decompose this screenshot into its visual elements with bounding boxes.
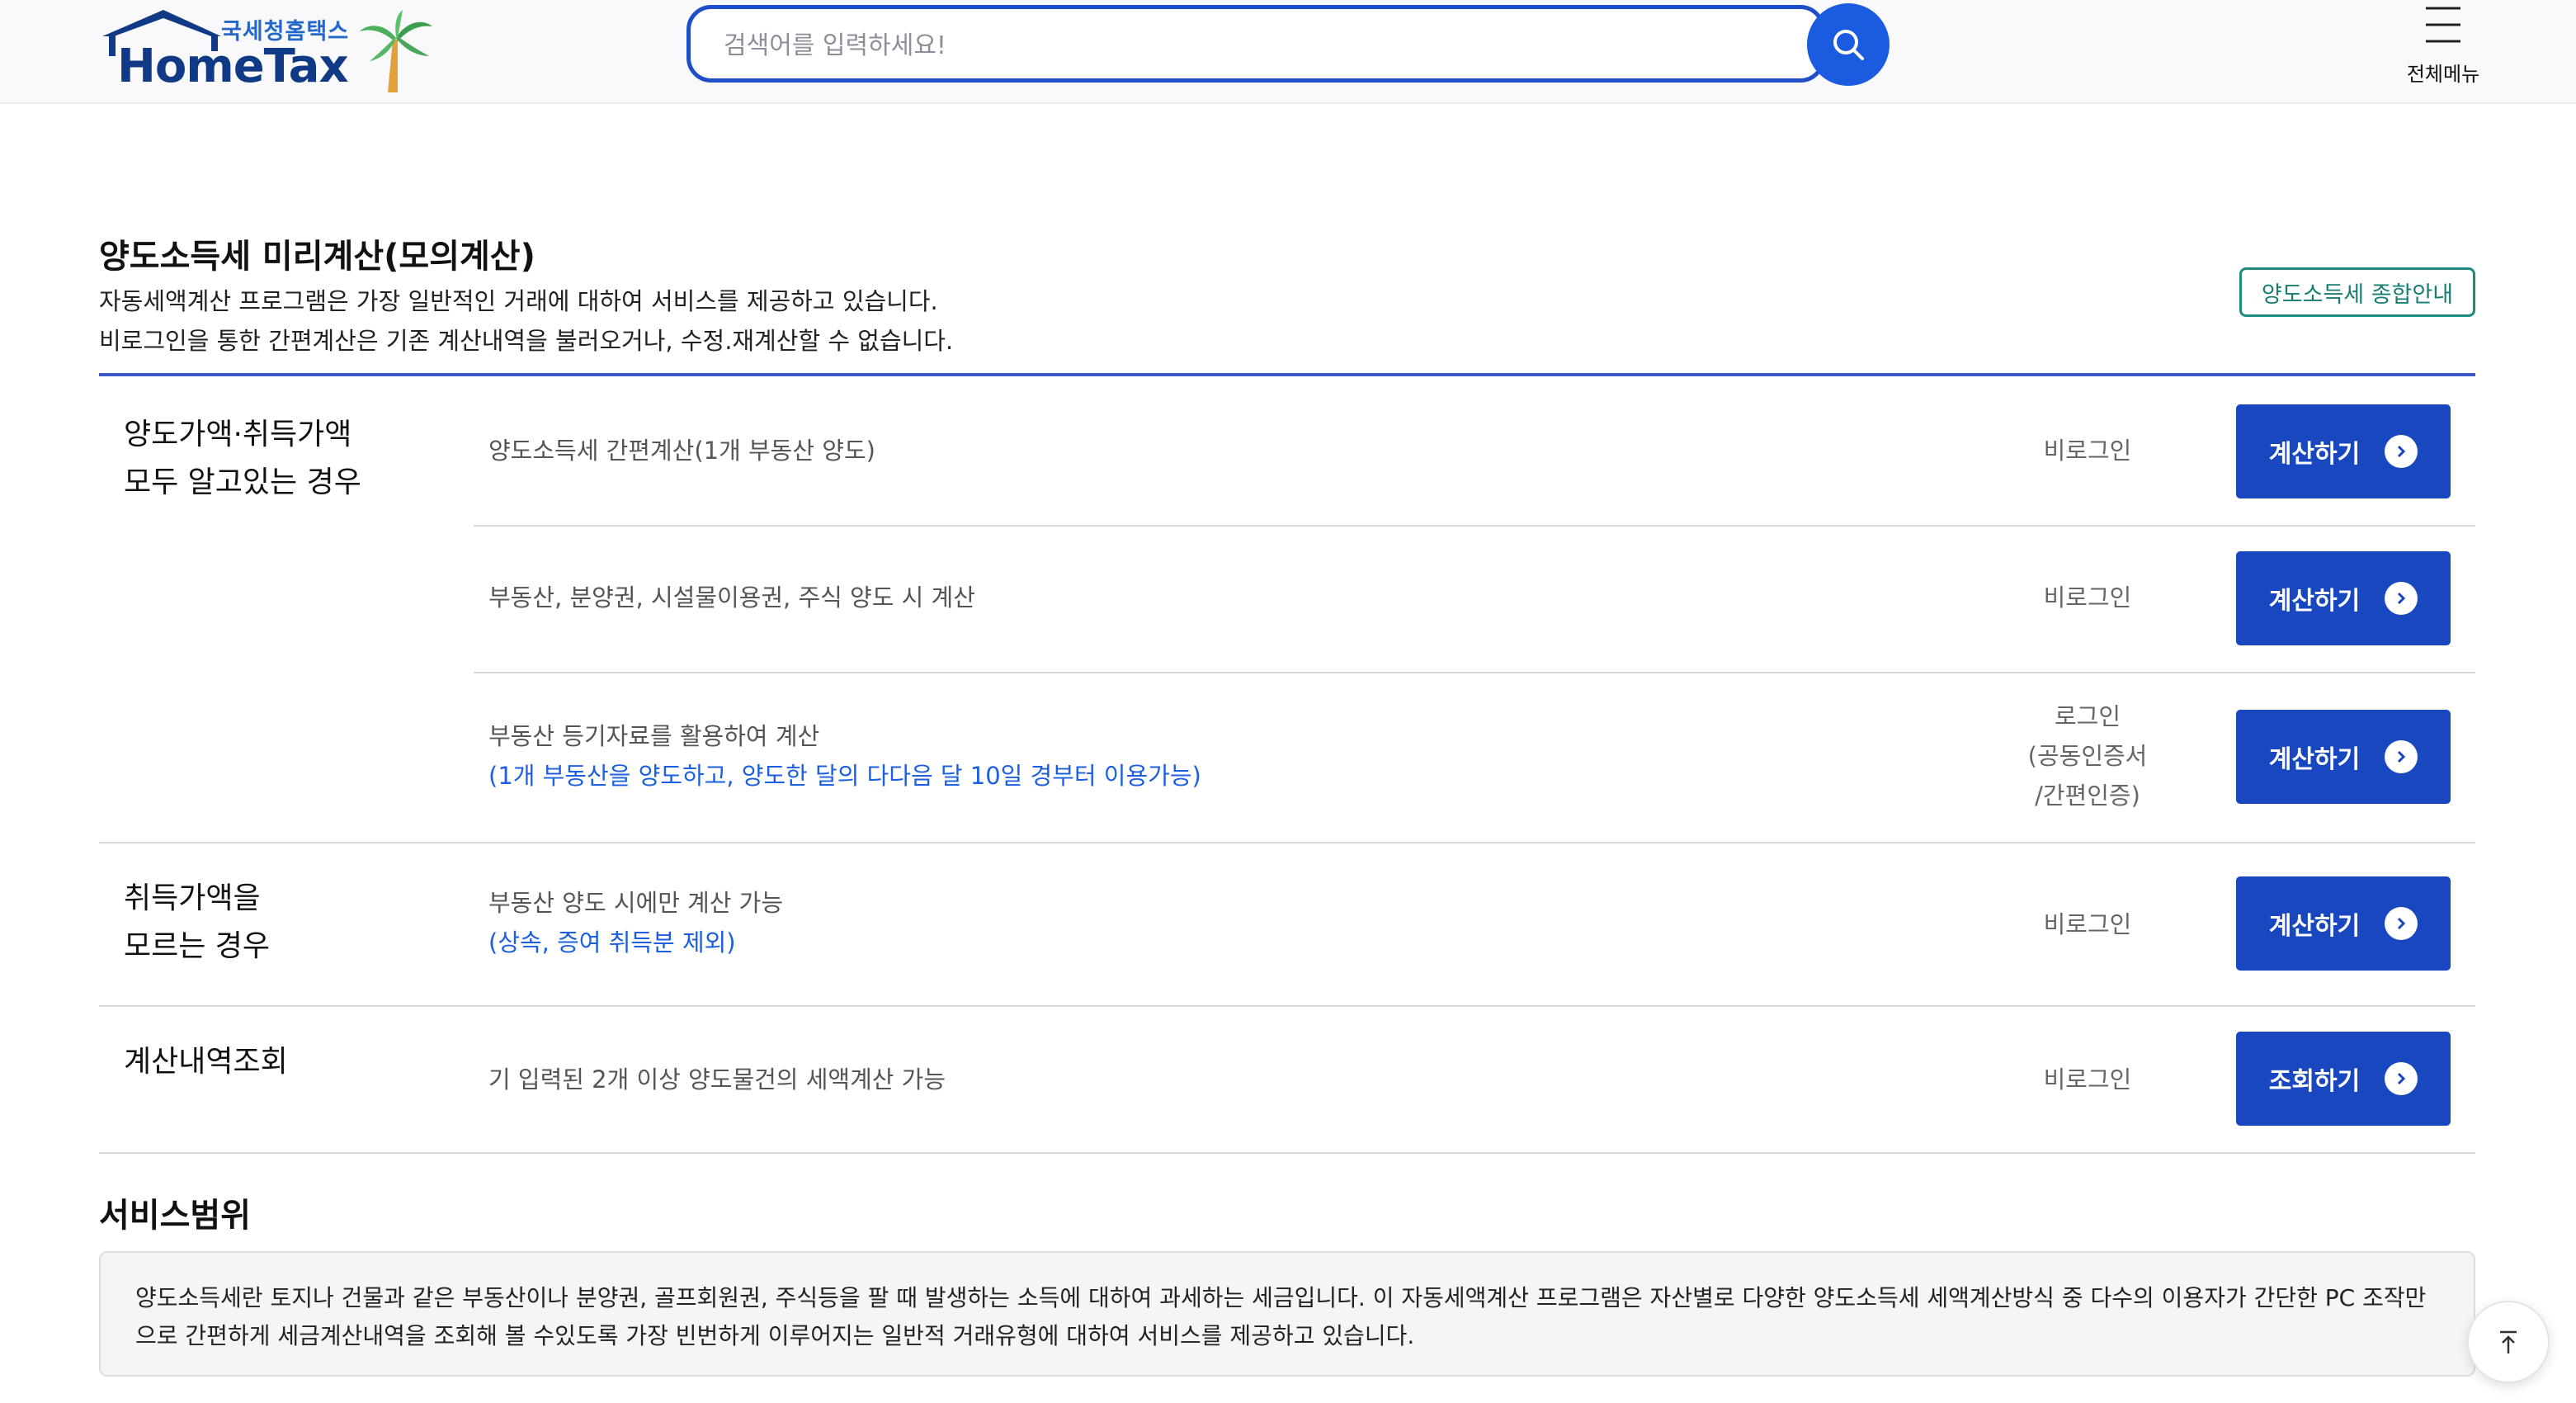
row-description: 기 입력된 2개 이상 양도물건의 세액계산 가능	[488, 1065, 946, 1094]
arrow-up-icon	[2500, 1330, 2517, 1353]
hometax-logo[interactable]: 국세청홈택스 HomeTax	[97, 7, 444, 93]
login-status: 비로그인	[2043, 583, 2132, 612]
login-status: 비로그인	[2043, 910, 2132, 938]
site-header: 국세청홈택스 HomeTax 전체메뉴	[0, 0, 2576, 104]
lookup-button-label: 조회하기	[2268, 1067, 2361, 1096]
calculate-button[interactable]: 계산하기	[2236, 551, 2451, 645]
row-description: 양도소득세 간편계산(1개 부동산 양도)	[488, 437, 875, 465]
section-divider	[99, 842, 2475, 843]
page-title: 양도소득세 미리계산(모의계산)	[99, 238, 535, 276]
section-divider	[99, 1152, 2475, 1154]
chevron-right-icon	[2385, 1062, 2418, 1095]
capital-gains-guide-button[interactable]: 양도소득세 종합안내	[2239, 267, 2475, 317]
chevron-right-icon	[2385, 740, 2418, 773]
row-divider	[474, 525, 2475, 527]
logo-wordmark: HomeTax	[117, 40, 349, 93]
category-history: 계산내역조회	[124, 1038, 288, 1086]
login-status-line1: 로그인	[2054, 702, 2121, 730]
category-label-line1: 취득가액을	[124, 881, 261, 915]
category-label-line1: 양도가액·취득가액	[124, 418, 352, 451]
search-button[interactable]	[1807, 3, 1890, 86]
service-scope-title: 서비스범위	[99, 1197, 251, 1235]
section-divider	[99, 1005, 2475, 1007]
scroll-to-top-button[interactable]	[2467, 1301, 2550, 1383]
chevron-right-icon	[2385, 435, 2418, 468]
intro-description-2: 비로그인을 통한 간편계산은 기존 계산내역을 불러오거나, 수정.재계산할 수…	[99, 327, 954, 355]
search-box	[686, 5, 1825, 83]
service-scope-text-line2: 으로 간편하게 세금계산내역을 조회해 볼 수있도록 가장 빈번하게 이루어지는…	[135, 1322, 1415, 1349]
row-description-main: 부동산 등기자료를 활용하여 계산	[488, 722, 820, 750]
calculate-button-label: 계산하기	[2268, 440, 2361, 469]
row-description-note: (1개 부동산을 양도하고, 양도한 달의 다다음 달 10일 경부터 이용가능…	[488, 762, 1201, 790]
login-status-line2: (공동인증서	[2027, 742, 2148, 770]
category-label-line2: 모르는 경우	[124, 929, 271, 963]
calculate-button[interactable]: 계산하기	[2236, 404, 2451, 498]
search-input[interactable]	[724, 27, 1714, 64]
calculate-button-label: 계산하기	[2268, 912, 2361, 941]
service-scope-box: 양도소득세란 토지나 건물과 같은 부동산이나 분양권, 골프회원권, 주식등을…	[99, 1251, 2475, 1377]
calculate-button-label: 계산하기	[2268, 745, 2361, 774]
login-status: 비로그인	[2043, 1065, 2132, 1094]
service-scope-text-line1: 양도소득세란 토지나 건물과 같은 부동산이나 분양권, 골프회원권, 주식등을…	[135, 1284, 2427, 1311]
hamburger-icon	[2426, 7, 2460, 43]
row-description: 부동산 양도 시에만 계산 가능 (상속, 증여 취득분 제외)	[488, 883, 783, 962]
calculate-button[interactable]: 계산하기	[2236, 876, 2451, 971]
calculate-button-label: 계산하기	[2268, 587, 2361, 616]
all-menu-button[interactable]: 전체메뉴	[2390, 0, 2497, 91]
lookup-button[interactable]: 조회하기	[2236, 1032, 2451, 1126]
row-description-note: (상속, 증여 취득분 제외)	[488, 928, 736, 957]
all-menu-label: 전체메뉴	[2406, 63, 2480, 86]
row-description: 부동산, 분양권, 시설물이용권, 주식 양도 시 계산	[488, 583, 975, 612]
login-status: 로그인 (공동인증서 /간편인증)	[1964, 697, 2211, 815]
chevron-right-icon	[2385, 907, 2418, 940]
login-status-line3: /간편인증)	[2035, 782, 2140, 810]
category-known-prices: 양도가액·취득가액 모두 알고있는 경우	[124, 411, 361, 507]
calculate-button[interactable]: 계산하기	[2236, 710, 2451, 804]
table-top-rule	[99, 373, 2475, 376]
chevron-right-icon	[2385, 582, 2418, 615]
intro-description-1: 자동세액계산 프로그램은 가장 일반적인 거래에 대하여 서비스를 제공하고 있…	[99, 287, 938, 315]
category-label-line2: 모두 알고있는 경우	[124, 465, 361, 499]
row-description-main: 부동산 양도 시에만 계산 가능	[488, 889, 784, 917]
row-description: 부동산 등기자료를 활용하여 계산 (1개 부동산을 양도하고, 양도한 달의 …	[488, 716, 1201, 796]
search-icon	[1833, 30, 1864, 60]
row-divider	[474, 672, 2475, 673]
palm-tree-icon	[360, 10, 432, 92]
login-status: 비로그인	[2043, 437, 2132, 465]
category-label-line1: 계산내역조회	[124, 1045, 288, 1079]
category-unknown-acquisition: 취득가액을 모르는 경우	[124, 875, 270, 971]
